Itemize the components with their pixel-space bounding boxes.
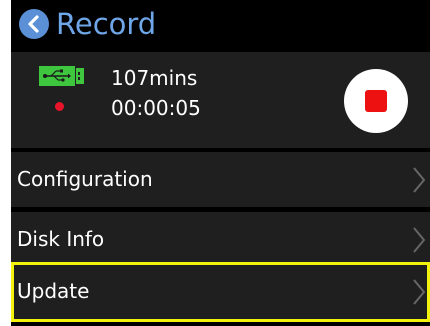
elapsed-time: 00:00:05 [111, 96, 201, 120]
menu-item-update[interactable]: Update [11, 264, 430, 321]
menu-item-label: Disk Info [17, 227, 105, 251]
stop-record-button[interactable] [344, 69, 408, 133]
recording-status-panel: 107mins 00:00:05 [11, 52, 430, 148]
usb-drive-icon [39, 66, 84, 86]
remaining-capacity: 107mins [111, 66, 198, 90]
recording-indicator-dot [55, 102, 64, 111]
menu-item-configuration[interactable]: Configuration [11, 152, 430, 207]
stop-icon [365, 90, 387, 112]
page-title: Record [56, 7, 157, 41]
back-chevron-icon [28, 15, 39, 33]
chevron-right-icon [413, 167, 426, 193]
chevron-right-icon [413, 279, 426, 305]
chevron-right-icon [413, 227, 426, 253]
record-screen: Record 107mins 00:00:05 Configuration Di… [11, 0, 430, 326]
menu-item-label: Update [17, 279, 90, 303]
menu-item-label: Configuration [17, 167, 153, 191]
header-bar: Record [11, 0, 430, 48]
menu-item-disk-info[interactable]: Disk Info [11, 212, 430, 267]
back-button[interactable] [19, 9, 49, 39]
